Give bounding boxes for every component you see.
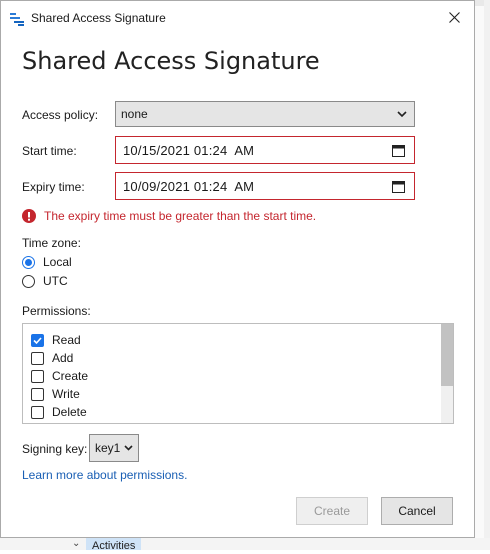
checkbox-checked-icon [31,333,44,347]
close-icon [448,12,460,23]
time-zone-label: Time zone: [22,236,81,250]
permissions-label: Permissions: [22,304,91,318]
calendar-icon[interactable] [392,144,405,157]
permission-create-label: Create [52,369,89,383]
chevron-down-icon [397,111,407,118]
window-title: Shared Access Signature [31,11,166,25]
time-zone-local-label: Local [43,255,72,269]
permission-delete[interactable]: Delete [31,405,87,419]
start-time-label: Start time: [22,144,77,158]
sas-dialog: Shared Access Signature Shared Access Si… [0,0,475,538]
title-bar: Shared Access Signature [1,1,474,34]
cancel-button[interactable]: Cancel [381,497,453,525]
access-policy-select[interactable]: none [115,101,415,127]
expiry-time-input[interactable]: 10/09/2021 01:24 AM [115,172,415,200]
background-right-strip [484,0,490,550]
permission-read-label: Read [52,333,81,347]
start-time-input[interactable]: 10/15/2021 01:24 AM [115,136,415,164]
radio-selected-icon [22,255,35,269]
error-icon [22,209,36,223]
error-message: The expiry time must be greater than the… [44,209,317,223]
time-zone-utc-label: UTC [43,274,68,288]
radio-unselected-icon [22,274,35,288]
access-policy-value: none [121,107,148,121]
permission-write-label: Write [52,387,80,401]
activities-tab[interactable]: Activities [86,538,142,552]
close-button[interactable] [434,1,474,34]
permissions-list[interactable]: Read Add Create Write Delete [22,323,454,424]
page-title: Shared Access Signature [22,47,320,75]
signing-key-value: key1 [95,441,121,455]
permission-add-label: Add [52,351,74,365]
time-zone-local-radio[interactable]: Local [22,255,72,269]
permission-create[interactable]: Create [31,369,88,383]
chevron-down-icon[interactable]: ⌄ [72,538,80,549]
expiry-time-value: 10/09/2021 01:24 AM [123,178,255,194]
time-zone-utc-radio[interactable]: UTC [22,274,68,288]
chevron-down-icon [124,445,133,451]
start-time-value: 10/15/2021 01:24 AM [123,142,255,158]
permission-read[interactable]: Read [31,333,81,347]
signing-key-select[interactable]: key1 [89,434,139,462]
permission-delete-label: Delete [52,405,87,419]
checkbox-icon [31,405,44,419]
checkbox-icon [31,351,44,365]
expiry-time-label: Expiry time: [22,180,85,194]
learn-more-link[interactable]: Learn more about permissions. [22,468,187,482]
permission-write[interactable]: Write [31,387,80,401]
checkbox-icon [31,369,44,383]
checkbox-icon [31,387,44,401]
permission-add[interactable]: Add [31,351,73,365]
storage-explorer-icon [10,13,24,26]
signing-key-label: Signing key: [22,442,88,456]
access-policy-label: Access policy: [22,108,99,122]
expiry-error: The expiry time must be greater than the… [22,209,316,223]
calendar-icon[interactable] [392,180,405,193]
permissions-scrollbar-thumb[interactable] [441,324,453,386]
create-button[interactable]: Create [296,497,368,525]
